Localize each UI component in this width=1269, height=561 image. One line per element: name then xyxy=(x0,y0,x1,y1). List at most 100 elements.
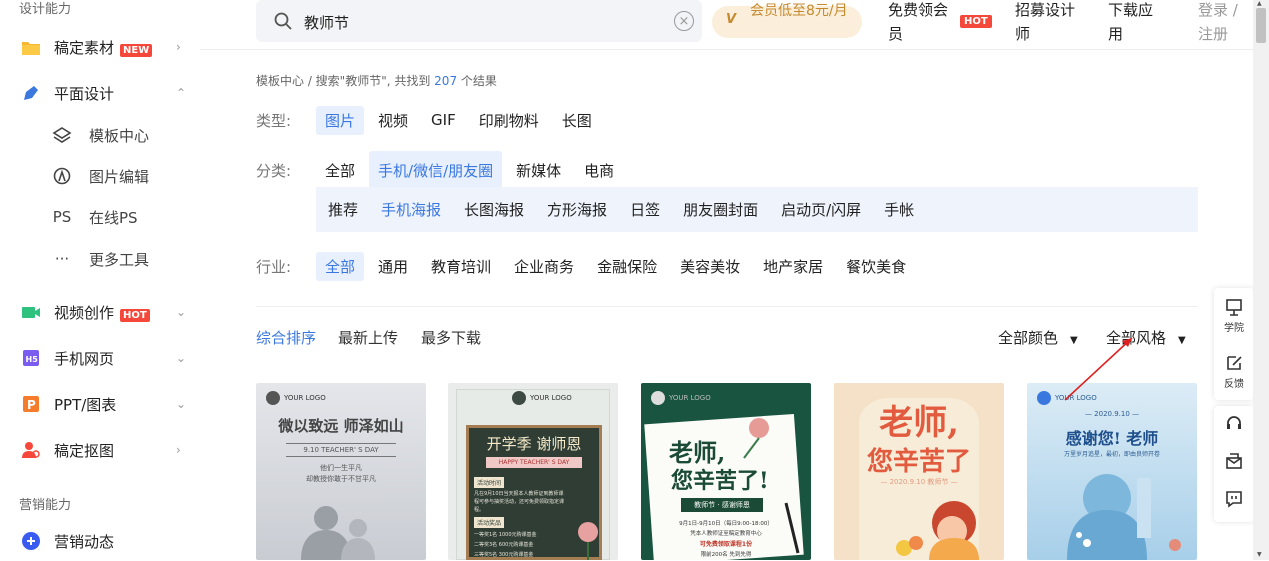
card-text: 三等奖5名 300元购课基金 xyxy=(474,552,534,558)
vip-icon: V xyxy=(726,12,737,27)
card-title: 微以致远 师泽如山 xyxy=(278,417,404,435)
filter-chip[interactable]: 教育培训 xyxy=(422,252,500,281)
chevron-down-icon: ⌄ xyxy=(176,351,187,365)
ppt-icon: P xyxy=(21,394,41,414)
template-card[interactable]: YOUR LOGO — 2020.9.10 — 感谢您! 老师 万里岁月追星，最… xyxy=(1027,383,1197,560)
filter-row-category: 分类: 全部 手机/微信/朋友圈 新媒体 电商 xyxy=(256,150,628,190)
sidebar-item-cutout[interactable]: 稿定抠图 › xyxy=(0,430,200,470)
hot-badge: HOT xyxy=(960,15,992,28)
filter-chip[interactable]: 美容美妆 xyxy=(671,252,749,281)
teacher-illustration xyxy=(834,383,1004,560)
sidebar-item-graphic-design[interactable]: 平面设计 ⌃ xyxy=(0,73,200,113)
filter-chip[interactable]: 长图 xyxy=(553,106,601,135)
academy-icon xyxy=(1225,298,1243,319)
sidebar-item-label: 手机网页 xyxy=(54,349,115,368)
filter-row-type: 类型: 图片 视频 GIF 印刷物料 长图 xyxy=(256,105,606,135)
academy-button[interactable]: 学院 xyxy=(1214,288,1254,344)
filter-chip[interactable]: 企业商务 xyxy=(505,252,583,281)
tool-label: 反馈 xyxy=(1224,379,1244,390)
sidebar-subitem-more-tools[interactable]: ··· 更多工具 xyxy=(0,241,200,277)
search-icon xyxy=(274,12,292,34)
result-count: 207 xyxy=(434,74,458,88)
sidebar-subitem-online-ps[interactable]: PS 在线PS xyxy=(0,199,200,235)
template-card[interactable]: YOUR LOGO 开学季 谢师恩 HAPPY TEACHER' S DAY 活… xyxy=(448,383,618,560)
customer-service-button[interactable] xyxy=(1214,406,1254,444)
chevron-down-icon: ⌄ xyxy=(176,305,187,319)
feedback-button[interactable]: 反馈 xyxy=(1214,344,1254,400)
filter-chip[interactable]: GIF xyxy=(422,107,465,133)
filter-chip[interactable]: 推荐 xyxy=(319,195,367,224)
card-logo-text: YOUR LOGO xyxy=(284,394,326,402)
right-toolbar-secondary xyxy=(1214,406,1254,522)
breadcrumb-prefix: 模板中心 / 搜索"教师节", 共找到 xyxy=(256,74,431,88)
filter-chip[interactable]: 餐饮美食 xyxy=(837,252,915,281)
h5-icon: H5 xyxy=(21,348,41,368)
filter-chip[interactable]: 手机海报 xyxy=(372,195,450,224)
filter-chip[interactable]: 电商 xyxy=(575,156,623,185)
chevron-right-icon: › xyxy=(176,40,181,54)
template-card[interactable]: YOUR LOGO 老师, 您辛苦了! 教师节 · 感谢师恩 9月1日-9月10… xyxy=(641,383,811,560)
sidebar-subitem-label: 图片编辑 xyxy=(89,167,150,186)
flower-illustration xyxy=(743,418,800,554)
vertical-scrollbar[interactable]: ▲ ▼ xyxy=(1253,0,1269,560)
sidebar-item-label: 稿定抠图 xyxy=(54,441,115,460)
scrollbar-thumb[interactable] xyxy=(1256,8,1266,43)
filter-chip[interactable]: 印刷物料 xyxy=(470,106,548,135)
filter-chip[interactable]: 长图海报 xyxy=(455,195,533,224)
section-title-design: 设计能力 xyxy=(19,2,72,17)
chat-button[interactable] xyxy=(1214,482,1254,520)
sort-option[interactable]: 最新上传 xyxy=(338,327,398,348)
annotation-arrow xyxy=(1064,337,1133,401)
sort-option[interactable]: 综合排序 xyxy=(256,327,316,348)
filter-chip[interactable]: 手帐 xyxy=(875,195,923,224)
filter-chip[interactable]: 通用 xyxy=(369,252,417,281)
sort-option[interactable]: 最多下载 xyxy=(421,327,481,348)
filter-label: 分类: xyxy=(256,161,292,180)
card-tag: 活动时间 xyxy=(474,477,505,488)
message-button[interactable] xyxy=(1214,444,1254,482)
sidebar-item-mobile-page[interactable]: H5 手机网页 ⌄ xyxy=(0,338,200,378)
scroll-down-icon[interactable]: ▼ xyxy=(1257,551,1262,558)
chevron-right-icon: › xyxy=(176,443,181,457)
filter-chip[interactable]: 日签 xyxy=(621,195,669,224)
filter-chip[interactable]: 启动页/闪屏 xyxy=(772,195,870,224)
sidebar-subitem-image-edit[interactable]: 图片编辑 xyxy=(0,158,200,194)
filter-chip[interactable]: 朋友圈封面 xyxy=(674,195,767,224)
right-toolbar: 学院 反馈 xyxy=(1214,288,1254,400)
scroll-up-icon[interactable]: ▲ xyxy=(1257,0,1262,7)
breadcrumb: 模板中心 / 搜索"教师节", 共找到 207 个结果 xyxy=(256,72,497,89)
sidebar-subitem-label: 更多工具 xyxy=(89,250,150,269)
sidebar-item-marketing-news[interactable]: 营销动态 xyxy=(0,521,200,561)
svg-text:P: P xyxy=(27,398,36,412)
filter-chip[interactable]: 新媒体 xyxy=(507,156,570,185)
chevron-down-icon: ⌄ xyxy=(176,397,187,411)
template-card[interactable]: YOUR LOGO 微以致远 师泽如山 9.10 TEACHER' S DAY … xyxy=(256,383,426,560)
filter-chip[interactable]: 金融保险 xyxy=(588,252,666,281)
sidebar-item-materials[interactable]: 稿定素材 NEW › xyxy=(0,27,200,67)
recruit-designer-link[interactable]: 招募设计师 xyxy=(1015,0,1077,46)
login-register-link[interactable]: 登录 / 注册 xyxy=(1198,0,1248,46)
filter-chip[interactable]: 地产家居 xyxy=(754,252,832,281)
download-app-link[interactable]: 下载应用 xyxy=(1108,0,1158,46)
free-vip-link[interactable]: 免费领会员 xyxy=(888,0,950,46)
clear-search-icon[interactable]: × xyxy=(674,11,694,31)
filter-chip[interactable]: 方形海报 xyxy=(538,195,616,224)
filter-chip[interactable]: 图片 xyxy=(316,105,365,135)
caret-down-icon: ▼ xyxy=(1178,335,1186,346)
template-card[interactable]: 老师, 您辛苦了 — 2020.9.10 教师节 — xyxy=(834,383,1004,560)
card-tag: 活动奖品 xyxy=(474,517,505,528)
filter-chip[interactable]: 视频 xyxy=(369,106,417,135)
filter-chip[interactable]: 全部 xyxy=(316,156,364,185)
vip-promo[interactable]: V 会员低至8元/月 xyxy=(712,3,862,38)
filter-chip[interactable]: 全部 xyxy=(316,251,365,281)
filter-chip[interactable]: 手机/微信/朋友圈 xyxy=(369,150,503,190)
silhouette-illustration xyxy=(301,506,375,560)
search-input[interactable]: 教师节 xyxy=(304,12,349,33)
search-box[interactable]: 教师节 × xyxy=(256,0,702,42)
sidebar-item-video[interactable]: 视频创作 HOT ⌄ xyxy=(0,292,200,332)
sidebar-item-ppt[interactable]: P PPT/图表 ⌄ xyxy=(0,384,200,424)
sidebar-item-label: 营销动态 xyxy=(54,532,115,551)
flower-illustration xyxy=(578,522,598,560)
sidebar-subitem-template-center[interactable]: 模板中心 xyxy=(0,117,200,153)
card-text: 却教授你敢于不甘平凡 xyxy=(306,475,376,483)
